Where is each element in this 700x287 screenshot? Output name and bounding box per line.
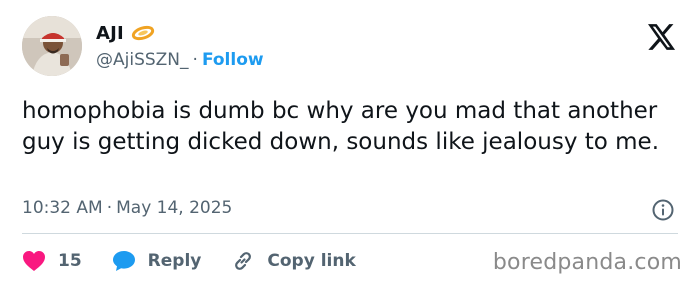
like-button[interactable]: 15 xyxy=(22,250,82,272)
x-logo-icon[interactable] xyxy=(648,24,676,50)
orange-ring-icon xyxy=(130,24,156,42)
tweet-time: 10:32 AM xyxy=(22,198,103,218)
tweet-card: AJI @AjiSSZN_ · Follow homophobia is dum… xyxy=(0,0,700,287)
tweet-timestamp[interactable]: 10:32 AM · May 14, 2025 xyxy=(22,198,232,218)
link-icon xyxy=(235,252,252,270)
handle-separator: · xyxy=(192,50,198,70)
speech-bubble-icon xyxy=(112,251,135,271)
follow-button[interactable]: Follow xyxy=(202,50,264,70)
avatar-image xyxy=(22,16,82,76)
copy-link-button[interactable]: Copy link xyxy=(231,249,356,273)
avatar[interactable] xyxy=(22,16,82,76)
timestamp-separator: · xyxy=(106,198,113,218)
like-count: 15 xyxy=(58,251,82,271)
tweet-text: homophobia is dumb bc why are you mad th… xyxy=(22,98,660,155)
copy-link-label: Copy link xyxy=(267,251,356,271)
reply-label: Reply xyxy=(147,251,202,271)
reply-button[interactable]: Reply xyxy=(112,250,202,272)
divider xyxy=(22,233,678,234)
display-name[interactable]: AJI xyxy=(96,23,124,44)
action-bar: 15 Reply Copy link xyxy=(22,248,386,274)
info-icon[interactable] xyxy=(651,198,675,222)
heart-icon xyxy=(23,251,45,271)
watermark: boredpanda.com xyxy=(492,250,682,275)
tweet-date: May 14, 2025 xyxy=(116,198,233,218)
author-block: AJI @AjiSSZN_ · Follow xyxy=(96,20,264,74)
user-handle[interactable]: @AjiSSZN_ xyxy=(96,50,189,70)
